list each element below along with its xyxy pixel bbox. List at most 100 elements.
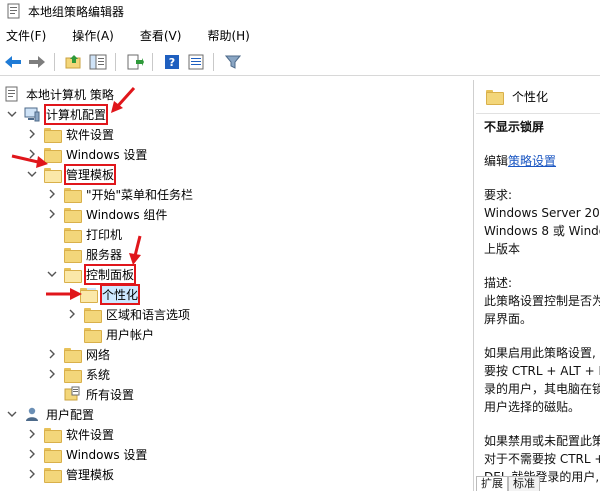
folder-open-icon [64,267,82,283]
export-list-button[interactable] [124,51,146,73]
tree-item-user-software-settings[interactable]: 软件设置 [26,424,114,444]
title-bar: 本地组策略编辑器 [0,0,600,22]
folder-icon [44,447,62,463]
tree-item-label: Windows 设置 [66,447,148,462]
annotation-arrow-icon [11,154,48,168]
chevron-down-icon[interactable] [46,268,58,280]
edit-policy-link[interactable]: 策略设置 [508,154,556,168]
properties-button[interactable] [185,51,207,73]
chevron-down-icon[interactable] [6,108,18,120]
tree-item-system[interactable]: 系统 [46,364,110,384]
toolbar-separator [115,52,116,71]
help-button[interactable]: ? [161,51,183,73]
menu-action[interactable]: 操作(A) [66,27,120,44]
tree-item-all-settings[interactable]: 所有设置 [46,384,134,404]
edit-line: 编辑策略设置 [484,152,556,170]
tree-item-start-menu[interactable]: "开始"菜单和任务栏 [46,184,193,204]
forward-arrow-icon [29,55,45,68]
filter-icon [225,55,241,69]
folder-up-icon [65,54,81,68]
description-line: 对于不需要按 CTRL + [484,452,600,466]
tree-root[interactable]: 本地计算机 策略 [4,84,114,104]
menu-view[interactable]: 查看(V) [134,27,188,44]
chevron-right-icon[interactable] [46,368,58,380]
policy-editor-icon [6,3,22,19]
toolbar-separator [213,52,214,71]
tree-item-label: 系统 [86,367,111,382]
folder-icon [64,347,82,363]
help-icon: ? [165,54,179,69]
tree-item-label: 服务器 [86,247,123,262]
tree-item-region-language[interactable]: 区域和语言选项 [66,304,190,324]
folder-icon [64,227,82,243]
tree-item-user-accounts[interactable]: 用户帐户 [66,324,154,344]
folder-icon [64,247,82,263]
tree-item-server[interactable]: 服务器 [46,244,122,264]
policy-name: 不显示锁屏 [484,120,545,134]
chevron-right-icon[interactable] [26,428,38,440]
toolbar-separator [152,52,153,71]
tree-item-label: 计算机配置 [43,103,109,125]
chevron-right-icon[interactable] [26,128,38,140]
menu-bar: 文件(F) 操作(A) 查看(V) 帮助(H) [0,24,600,46]
chevron-right-icon[interactable] [46,348,58,360]
detail-header: 个性化 [476,80,600,114]
tree-item-label: 区域和语言选项 [106,307,191,322]
computer-policy-icon [4,86,20,102]
folder-icon [44,427,62,443]
menu-file[interactable]: 文件(F) [0,27,52,44]
folder-icon [44,467,62,483]
description-line: 用户选择的磁贴。 [484,400,581,414]
detail-header-title: 个性化 [512,90,549,104]
tree-item-network[interactable]: 网络 [46,344,110,364]
annotation-arrow-icon [46,288,82,300]
edit-prefix: 编辑 [484,154,509,168]
requirements-label: 要求: [484,188,513,202]
chevron-right-icon[interactable] [46,188,58,200]
up-level-button[interactable] [63,51,85,73]
chevron-down-icon[interactable] [6,408,18,420]
tree-item-label: 软件设置 [66,127,115,142]
tab-extended[interactable]: 扩展 [476,476,508,491]
tree-item-label: "开始"菜单和任务栏 [86,187,194,202]
description-line: 如果启用此策略设置, [484,346,596,360]
svg-text:?: ? [169,56,175,69]
tree-item-user-config[interactable]: 用户配置 [6,404,94,424]
folder-icon [486,90,504,105]
tree-item-label: Windows 组件 [86,207,168,222]
tab-standard[interactable]: 标准 [508,476,540,491]
filter-button[interactable] [222,51,244,73]
back-button[interactable] [2,51,24,73]
description-line: 录的用户，其电脑在锁 [484,382,600,396]
tree-item-label: 打印机 [86,227,123,242]
chevron-right-icon[interactable] [26,468,38,480]
tree-item-user-admin-templates[interactable]: 管理模板 [26,464,114,484]
menu-help[interactable]: 帮助(H) [201,27,255,44]
description-line: 屏界面。 [484,312,533,326]
tree-item-label: 所有设置 [86,387,135,402]
tree-item-label: 控制面板 [83,263,137,285]
tree-item-computer-config[interactable]: 计算机配置 [6,103,109,125]
chevron-right-icon[interactable] [46,208,58,220]
forward-button[interactable] [26,51,48,73]
chevron-right-icon[interactable] [26,448,38,460]
window-title: 本地组策略编辑器 [28,4,125,19]
tree-item-personalization[interactable]: 个性化 [80,283,141,305]
policy-tree: 本地计算机 策略 计算机配置 软件设置 Windows 设置 管理模板 "开始"… [0,80,474,491]
folder-icon [64,367,82,383]
tree-item-control-panel[interactable]: 控制面板 [46,263,137,285]
tree-item-windows-components[interactable]: Windows 组件 [46,204,167,224]
tree-item-user-windows-settings[interactable]: Windows 设置 [26,444,147,464]
chevron-right-icon[interactable] [66,308,78,320]
show-hide-tree-button[interactable] [87,51,109,73]
export-list-icon [127,54,144,69]
tree-item-label: 用户帐户 [106,327,155,342]
tree-root-label: 本地计算机 策略 [26,87,114,102]
computer-icon [24,106,40,122]
tree-item-printers[interactable]: 打印机 [46,224,122,244]
description-label: 描述: [484,276,513,290]
tree-item-software-settings[interactable]: 软件设置 [26,124,114,144]
description-line: 如果禁用或未配置此策 [484,434,600,448]
tree-item-label: 管理模板 [63,163,117,185]
requirements-line: 上版本 [484,242,521,256]
